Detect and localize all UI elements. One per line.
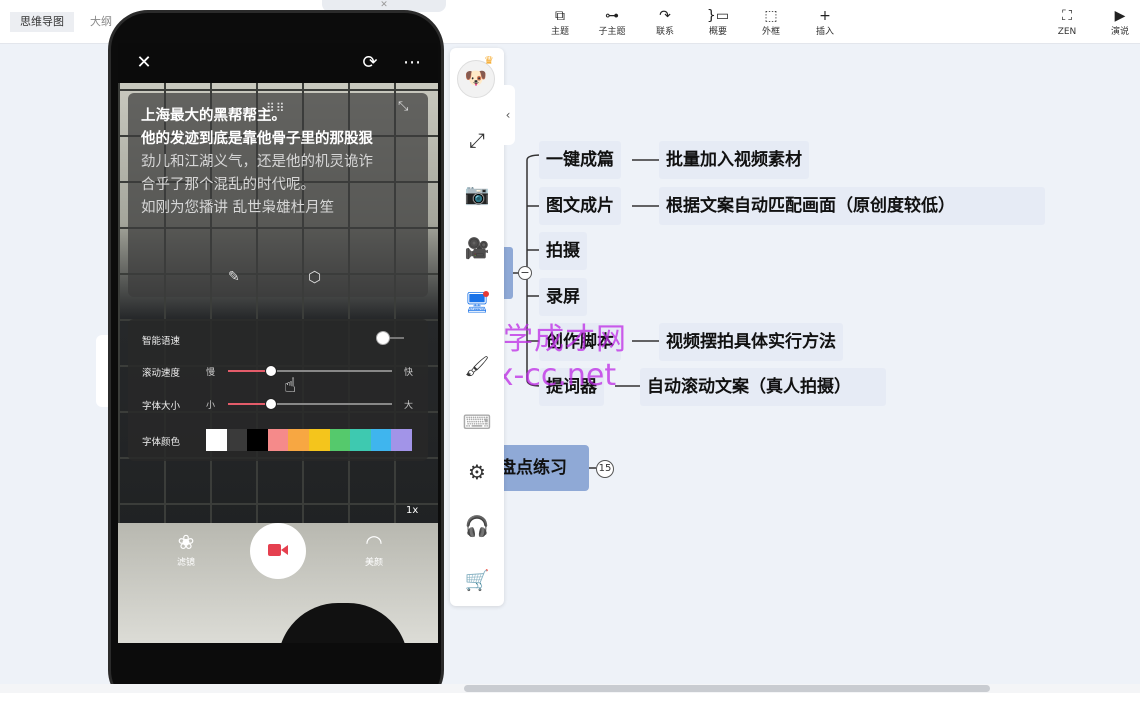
notification-dot	[483, 291, 489, 297]
branch-node[interactable]: 一键成篇	[539, 141, 621, 179]
leaf-node[interactable]: 自动滚动文案（真人拍摄）	[640, 368, 886, 406]
prompt-line: 合乎了那个混乱的时代呢。	[141, 177, 315, 193]
zoom-level[interactable]: 1x	[406, 505, 418, 516]
large-label: 大	[404, 401, 414, 411]
phone-screen: ✕ ⟳ ⋯ ⠿⠿ ⤡ 上海最大的黑帮帮主。 他的发迹到底是靠他骨子里的那股狠 劲…	[118, 43, 438, 643]
leaf-node[interactable]: 视频摆拍具体实行方法	[659, 323, 843, 361]
camera-icon[interactable]: 📷	[459, 176, 495, 212]
color-swatch[interactable]	[350, 429, 371, 451]
font-color-label: 字体颜色	[142, 437, 181, 448]
phone-frame: ✕ ⟳ ⋯ ⠿⠿ ⤡ 上海最大的黑帮帮主。 他的发迹到底是靠他骨子里的那股狠 劲…	[108, 10, 444, 710]
close-icon[interactable]: ✕	[132, 51, 156, 75]
filter-icon: ❀	[177, 530, 195, 554]
branch-node[interactable]: 拍摄	[539, 232, 587, 270]
cart-icon[interactable]: 🛒	[459, 562, 495, 598]
edit-icon[interactable]: ✎	[228, 269, 240, 285]
font-color-swatches[interactable]	[206, 429, 412, 451]
panel-collapse-handle[interactable]: ‹	[501, 85, 515, 145]
color-swatch[interactable]	[267, 429, 289, 451]
scroll-speed-slider[interactable]	[228, 365, 392, 377]
slow-label: 慢	[206, 368, 216, 378]
branch-node[interactable]: 录屏	[539, 278, 587, 316]
phone-top-bar: ✕ ⟳ ⋯	[118, 43, 438, 83]
smart-speed-toggle[interactable]	[376, 331, 404, 345]
color-swatch[interactable]	[391, 429, 412, 451]
video-camera-icon[interactable]: 🎥	[459, 230, 495, 266]
prompt-line: 如刚为您播讲 乱世枭雄杜月笙	[141, 200, 335, 216]
smart-speed-label: 智能语速	[142, 336, 181, 347]
record-button[interactable]	[250, 523, 306, 579]
beauty-face-icon: ◠	[365, 530, 383, 554]
scrollbar-thumb[interactable]	[464, 685, 990, 692]
expand-icon[interactable]: ⤢	[459, 122, 495, 158]
child-count-badge[interactable]: 15	[596, 460, 614, 478]
prompt-line: 上海最大的黑帮帮主。	[141, 108, 286, 124]
fast-label: 快	[404, 368, 414, 378]
color-swatch[interactable]	[247, 429, 268, 451]
collapse-toggle[interactable]: −	[518, 266, 532, 280]
color-swatch[interactable]	[288, 429, 309, 451]
gear-icon[interactable]: ⚙	[459, 454, 495, 490]
crown-icon: ♛	[484, 54, 494, 67]
horizontal-scrollbar[interactable]	[0, 684, 1140, 693]
font-size-label: 字体大小	[142, 401, 181, 412]
color-swatch[interactable]	[370, 429, 392, 451]
headset-icon[interactable]: 🎧	[459, 508, 495, 544]
more-icon[interactable]: ⋯	[400, 51, 424, 75]
status-bar	[0, 693, 1140, 713]
prompt-line: 劲儿和江湖义气，还是他的机灵诡诈	[141, 154, 373, 170]
shrink-icon[interactable]: ⤡	[398, 99, 408, 114]
color-swatch[interactable]	[206, 429, 227, 451]
leaf-node[interactable]: 根据文案自动匹配画面（原创度较低）	[659, 187, 1045, 225]
scroll-speed-label: 滚动速度	[142, 368, 181, 379]
color-swatch[interactable]	[226, 429, 248, 451]
branch-node[interactable]: 图文成片	[539, 187, 621, 225]
beauty-button[interactable]: ◠ 美颜	[354, 529, 394, 568]
filter-button[interactable]: ❀ 滤镜	[166, 529, 206, 568]
teleprompter-box[interactable]: ⠿⠿ ⤡ 上海最大的黑帮帮主。 他的发迹到底是靠他骨子里的那股狠 劲儿和江湖义气…	[128, 93, 428, 297]
pointer-hand-icon: ☝	[284, 373, 297, 397]
small-label: 小	[206, 401, 216, 411]
video-record-icon	[268, 544, 288, 556]
settings-hex-icon[interactable]: ⬡	[308, 268, 321, 286]
teleprompter-settings: 智能语速 滚动速度 慢 快 字体大小 小 大 字体颜色	[128, 319, 428, 461]
color-swatch[interactable]	[308, 429, 330, 451]
side-tool-panel: 🐶 ♛ ⤢ 📷 🎥 🖥 🖌 ⌨ ⚙ 🎧 🛒	[450, 48, 504, 606]
screen-record-icon[interactable]: 🖥	[459, 284, 495, 320]
brush-icon[interactable]: 🖌	[459, 348, 495, 384]
switch-camera-icon[interactable]: ⟳	[358, 51, 382, 75]
prompt-line: 他的发迹到底是靠他骨子里的那股狠	[141, 131, 373, 147]
leaf-node[interactable]: 批量加入视频素材	[659, 141, 809, 179]
keyboard-icon[interactable]: ⌨	[459, 404, 495, 440]
central-topic[interactable]: 盘点练习	[493, 445, 589, 491]
font-size-slider[interactable]	[228, 398, 392, 410]
color-swatch[interactable]	[329, 429, 351, 451]
